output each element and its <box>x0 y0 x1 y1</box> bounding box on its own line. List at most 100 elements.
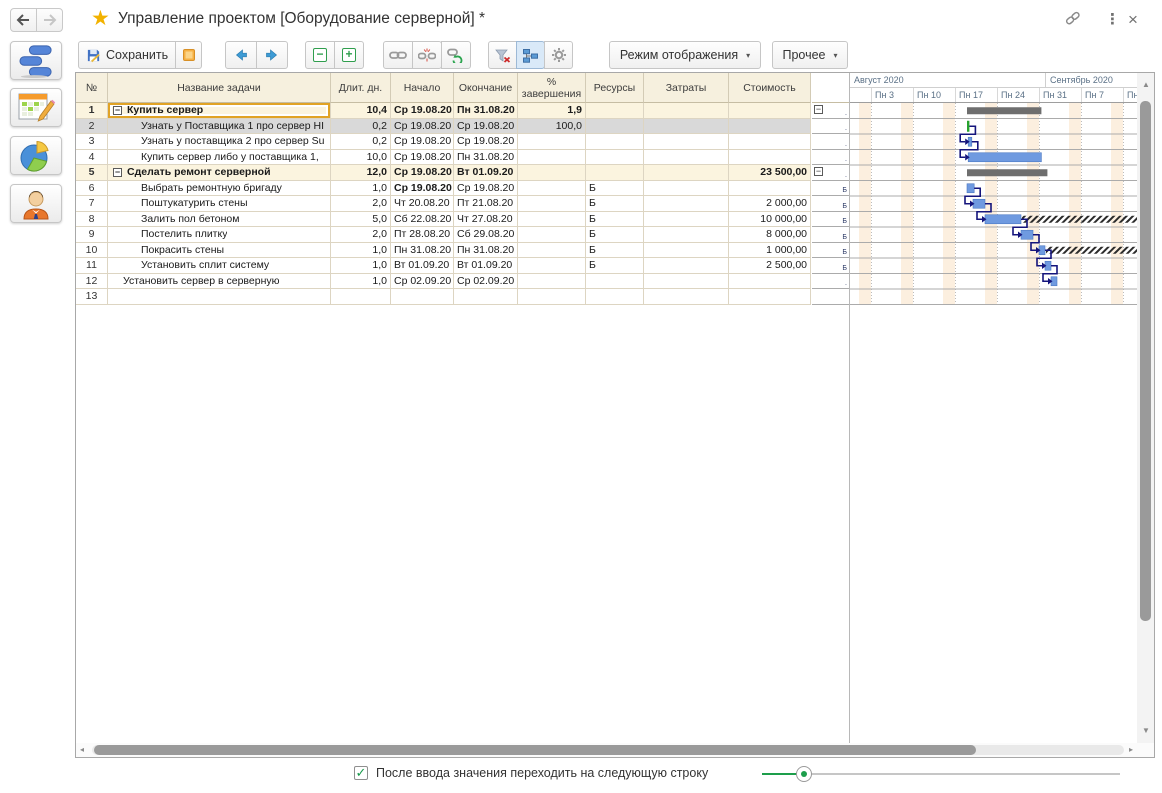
cell-resources[interactable]: Б <box>586 227 644 243</box>
cell-expenses[interactable] <box>644 181 729 197</box>
cell-finish[interactable]: Вт 01.09.20 <box>454 165 518 181</box>
cell-duration[interactable]: 2,0 <box>331 196 391 212</box>
cell-expenses[interactable] <box>644 212 729 228</box>
cell-start[interactable]: Вт 01.09.20 <box>391 258 454 274</box>
cell-pct[interactable] <box>518 258 586 274</box>
cell-pct[interactable] <box>518 274 586 290</box>
cell-num[interactable]: 10 <box>76 243 108 259</box>
cell-cost[interactable] <box>729 150 811 166</box>
cell-name[interactable]: Покрасить стены <box>108 243 331 259</box>
cell-resources[interactable] <box>586 103 644 119</box>
move-down-level-button[interactable] <box>256 41 288 69</box>
cell-finish[interactable]: Чт 27.08.20 <box>454 212 518 228</box>
task-bar[interactable] <box>968 153 1041 162</box>
row-expander-icon[interactable]: − <box>113 106 122 115</box>
summary-bar[interactable] <box>967 107 1041 114</box>
sidebar-report-button[interactable] <box>10 136 62 175</box>
column-header-name[interactable]: Название задачи <box>108 73 331 103</box>
cell-num[interactable]: 11 <box>76 258 108 274</box>
cell-finish[interactable]: Сб 29.08.20 <box>454 227 518 243</box>
get-link-icon[interactable] <box>1064 11 1082 30</box>
cell-num[interactable]: 7 <box>76 196 108 212</box>
vertical-scrollbar[interactable]: ▲ ▼ <box>1137 73 1154 743</box>
cell-expenses[interactable] <box>644 165 729 181</box>
cell-resources[interactable]: Б <box>586 196 644 212</box>
cell-start[interactable]: Ср 19.08.20 <box>391 150 454 166</box>
cell-num[interactable]: 2 <box>76 119 108 135</box>
cell-name[interactable]: −Сделать ремонт серверной <box>108 165 331 181</box>
horizontal-scrollbar[interactable]: ◂ ▸ <box>76 743 1154 757</box>
cell-expenses[interactable] <box>644 243 729 259</box>
cell-expenses[interactable] <box>644 119 729 135</box>
structure-view-button[interactable] <box>516 41 545 69</box>
cell-pct[interactable] <box>518 212 586 228</box>
cell-start[interactable]: Ср 02.09.20 <box>391 274 454 290</box>
cell-name[interactable]: Купить сервер либо у поставщика 1, <box>108 150 331 166</box>
cell-finish[interactable]: Ср 02.09.20 <box>454 274 518 290</box>
cell-finish[interactable]: Пн 31.08.20 <box>454 103 518 119</box>
cell-duration[interactable]: 2,0 <box>331 227 391 243</box>
cell-start[interactable]: Ср 19.08.20 <box>391 165 454 181</box>
link-tasks-button[interactable] <box>383 41 413 69</box>
cell-duration[interactable]: 10,4 <box>331 103 391 119</box>
cell-name[interactable]: Постелить плитку <box>108 227 331 243</box>
cell-duration[interactable]: 0,2 <box>331 119 391 135</box>
cell-resources[interactable]: Б <box>586 258 644 274</box>
cell-expenses[interactable] <box>644 258 729 274</box>
cell-finish[interactable] <box>454 289 518 305</box>
cell-cost[interactable]: 1 000,00 <box>729 243 811 259</box>
cell-expenses[interactable] <box>644 227 729 243</box>
column-header-cost[interactable]: Стоимость <box>729 73 811 103</box>
gantt-expander-icon[interactable]: − <box>814 167 823 176</box>
column-header-num[interactable]: № <box>76 73 108 103</box>
cell-resources[interactable]: Б <box>586 181 644 197</box>
cell-num[interactable]: 8 <box>76 212 108 228</box>
cell-duration[interactable]: 12,0 <box>331 165 391 181</box>
column-header-expenses[interactable]: Затраты <box>644 73 729 103</box>
save-button[interactable]: Сохранить <box>78 41 176 69</box>
summary-bar[interactable] <box>967 169 1047 176</box>
save-options-button[interactable] <box>175 41 202 69</box>
cell-finish[interactable]: Пт 21.08.20 <box>454 196 518 212</box>
cell-num[interactable]: 12 <box>76 274 108 290</box>
cell-start[interactable]: Ср 19.08.20 <box>391 134 454 150</box>
gantt-expander-icon[interactable]: − <box>814 105 823 114</box>
column-header-duration[interactable]: Длит. дн. <box>331 73 391 103</box>
clear-filter-button[interactable] <box>488 41 517 69</box>
cell-finish[interactable]: Вт 01.09.20 <box>454 258 518 274</box>
forward-button[interactable] <box>36 8 63 32</box>
cell-resources[interactable] <box>586 289 644 305</box>
more-menu-icon[interactable]: ⋮ <box>1105 10 1120 28</box>
cell-resources[interactable]: Б <box>586 212 644 228</box>
cell-cost[interactable] <box>729 119 811 135</box>
cell-pct[interactable] <box>518 150 586 166</box>
cell-pct[interactable] <box>518 181 586 197</box>
task-bar[interactable] <box>1021 230 1033 239</box>
cell-start[interactable]: Пт 28.08.20 <box>391 227 454 243</box>
next-row-checkbox[interactable]: ✓ <box>354 766 368 780</box>
settings-button[interactable] <box>544 41 573 69</box>
cell-pct[interactable] <box>518 196 586 212</box>
cell-resources[interactable] <box>586 165 644 181</box>
cell-num[interactable]: 4 <box>76 150 108 166</box>
cell-name[interactable]: Поштукатурить стены <box>108 196 331 212</box>
cell-start[interactable]: Пн 31.08.20 <box>391 243 454 259</box>
cell-name[interactable]: Залить пол бетоном <box>108 212 331 228</box>
cell-name[interactable] <box>108 289 331 305</box>
cell-finish[interactable]: Ср 19.08.20 <box>454 134 518 150</box>
cell-expenses[interactable] <box>644 196 729 212</box>
cell-cost[interactable]: 23 500,00 <box>729 165 811 181</box>
cell-duration[interactable]: 1,0 <box>331 274 391 290</box>
cell-pct[interactable]: 1,9 <box>518 103 586 119</box>
vertical-scrollbar-thumb[interactable] <box>1140 101 1151 621</box>
cell-num[interactable]: 9 <box>76 227 108 243</box>
sidebar-gantt-view-button[interactable] <box>10 41 62 80</box>
sidebar-resources-button[interactable] <box>10 184 62 223</box>
cell-name[interactable]: Узнать у Поставщика 1 про сервер HI <box>108 119 331 135</box>
scroll-right-icon[interactable]: ▸ <box>1129 746 1133 754</box>
zoom-slider-handle[interactable] <box>796 766 812 782</box>
favorite-star-icon[interactable]: ★ <box>91 7 110 31</box>
cell-pct[interactable] <box>518 134 586 150</box>
cell-resources[interactable] <box>586 150 644 166</box>
cell-start[interactable]: Ср 19.08.20 <box>391 119 454 135</box>
